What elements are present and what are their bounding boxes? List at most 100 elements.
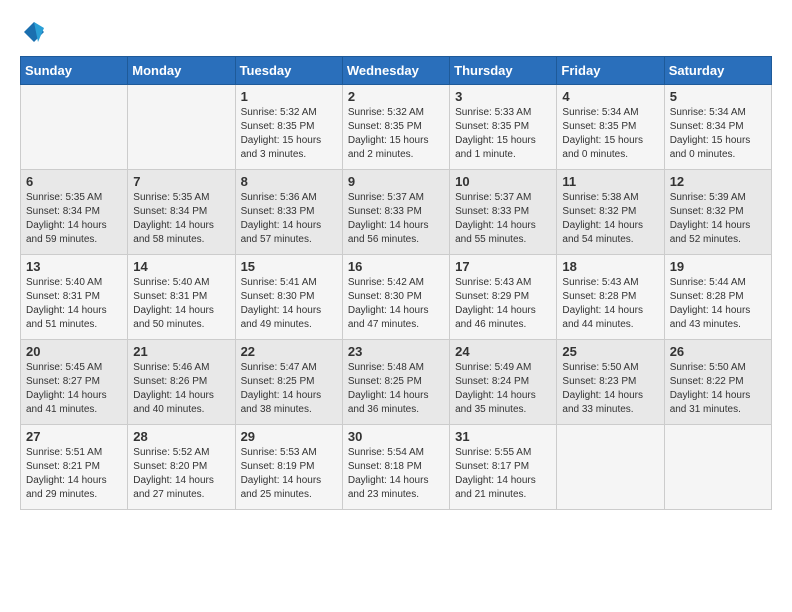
day-info: Sunrise: 5:33 AM Sunset: 8:35 PM Dayligh…	[455, 106, 551, 162]
day-info: Sunrise: 5:55 AM Sunset: 8:17 PM Dayligh…	[455, 446, 551, 502]
calendar-cell: 23 Sunrise: 5:48 AM Sunset: 8:25 PM Dayli…	[342, 340, 449, 425]
day-number: 23	[348, 344, 444, 359]
day-number: 5	[670, 89, 766, 104]
calendar-cell: 14 Sunrise: 5:40 AM Sunset: 8:31 PM Dayli…	[128, 255, 235, 340]
day-number: 15	[241, 259, 337, 274]
calendar-cell: 8 Sunrise: 5:36 AM Sunset: 8:33 PM Daylig…	[235, 170, 342, 255]
calendar-cell: 9Sunrise: 5:37 AM Sunset: 8:33 PM Daylig…	[342, 170, 449, 255]
calendar-week-row: 6 Sunrise: 5:35 AM Sunset: 8:34 PM Daylig…	[21, 170, 772, 255]
day-info: Sunrise: 5:34 AM Sunset: 8:34 PM Dayligh…	[670, 106, 766, 162]
calendar-cell	[557, 425, 664, 510]
calendar-cell: 25Sunrise: 5:50 AM Sunset: 8:23 PM Dayli…	[557, 340, 664, 425]
day-number: 7	[133, 174, 229, 189]
day-info: Sunrise: 5:52 AM Sunset: 8:20 PM Dayligh…	[133, 446, 229, 502]
day-info: Sunrise: 5:44 AM Sunset: 8:28 PM Dayligh…	[670, 276, 766, 332]
calendar-cell: 5 Sunrise: 5:34 AM Sunset: 8:34 PM Daylig…	[664, 85, 771, 170]
calendar-cell: 7Sunrise: 5:35 AM Sunset: 8:34 PM Daylig…	[128, 170, 235, 255]
calendar-cell: 15 Sunrise: 5:41 AM Sunset: 8:30 PM Dayli…	[235, 255, 342, 340]
day-number: 4	[562, 89, 658, 104]
day-number: 27	[26, 429, 122, 444]
calendar-cell: 27 Sunrise: 5:51 AM Sunset: 8:21 PM Dayli…	[21, 425, 128, 510]
calendar-week-row: 13Sunrise: 5:40 AM Sunset: 8:31 PM Dayli…	[21, 255, 772, 340]
calendar-cell: 13Sunrise: 5:40 AM Sunset: 8:31 PM Dayli…	[21, 255, 128, 340]
day-info: Sunrise: 5:49 AM Sunset: 8:24 PM Dayligh…	[455, 361, 551, 417]
day-number: 28	[133, 429, 229, 444]
calendar-cell: 30 Sunrise: 5:54 AM Sunset: 8:18 PM Dayli…	[342, 425, 449, 510]
day-info: Sunrise: 5:50 AM Sunset: 8:23 PM Dayligh…	[562, 361, 658, 417]
day-number: 18	[562, 259, 658, 274]
calendar-cell: 12 Sunrise: 5:39 AM Sunset: 8:32 PM Dayli…	[664, 170, 771, 255]
day-number: 30	[348, 429, 444, 444]
day-info: Sunrise: 5:40 AM Sunset: 8:31 PM Dayligh…	[26, 276, 122, 332]
calendar-cell: 31 Sunrise: 5:55 AM Sunset: 8:17 PM Dayli…	[450, 425, 557, 510]
logo	[20, 20, 46, 40]
day-number: 26	[670, 344, 766, 359]
calendar-cell: 22 Sunrise: 5:47 AM Sunset: 8:25 PM Dayli…	[235, 340, 342, 425]
calendar-cell	[664, 425, 771, 510]
calendar-cell: 3Sunrise: 5:33 AM Sunset: 8:35 PM Daylig…	[450, 85, 557, 170]
day-number: 6	[26, 174, 122, 189]
calendar-cell: 4 Sunrise: 5:34 AM Sunset: 8:35 PM Daylig…	[557, 85, 664, 170]
calendar-week-row: 1 Sunrise: 5:32 AM Sunset: 8:35 PM Daylig…	[21, 85, 772, 170]
calendar-cell: 1 Sunrise: 5:32 AM Sunset: 8:35 PM Daylig…	[235, 85, 342, 170]
calendar-cell: 28 Sunrise: 5:52 AM Sunset: 8:20 PM Dayli…	[128, 425, 235, 510]
day-info: Sunrise: 5:54 AM Sunset: 8:18 PM Dayligh…	[348, 446, 444, 502]
column-header-friday: Friday	[557, 57, 664, 85]
calendar-cell: 6 Sunrise: 5:35 AM Sunset: 8:34 PM Daylig…	[21, 170, 128, 255]
calendar-cell: 21 Sunrise: 5:46 AM Sunset: 8:26 PM Dayli…	[128, 340, 235, 425]
calendar-cell: 26 Sunrise: 5:50 AM Sunset: 8:22 PM Dayli…	[664, 340, 771, 425]
day-number: 12	[670, 174, 766, 189]
day-number: 9	[348, 174, 444, 189]
calendar-cell: 11Sunrise: 5:38 AM Sunset: 8:32 PM Dayli…	[557, 170, 664, 255]
day-info: Sunrise: 5:35 AM Sunset: 8:34 PM Dayligh…	[26, 191, 122, 247]
column-header-thursday: Thursday	[450, 57, 557, 85]
day-info: Sunrise: 5:37 AM Sunset: 8:33 PM Dayligh…	[455, 191, 551, 247]
day-info: Sunrise: 5:40 AM Sunset: 8:31 PM Dayligh…	[133, 276, 229, 332]
day-info: Sunrise: 5:32 AM Sunset: 8:35 PM Dayligh…	[241, 106, 337, 162]
column-header-tuesday: Tuesday	[235, 57, 342, 85]
column-header-wednesday: Wednesday	[342, 57, 449, 85]
day-number: 22	[241, 344, 337, 359]
calendar-table: SundayMondayTuesdayWednesdayThursdayFrid…	[20, 56, 772, 510]
day-info: Sunrise: 5:32 AM Sunset: 8:35 PM Dayligh…	[348, 106, 444, 162]
day-number: 21	[133, 344, 229, 359]
calendar-cell: 19Sunrise: 5:44 AM Sunset: 8:28 PM Dayli…	[664, 255, 771, 340]
day-info: Sunrise: 5:51 AM Sunset: 8:21 PM Dayligh…	[26, 446, 122, 502]
day-number: 31	[455, 429, 551, 444]
column-header-sunday: Sunday	[21, 57, 128, 85]
day-info: Sunrise: 5:50 AM Sunset: 8:22 PM Dayligh…	[670, 361, 766, 417]
calendar-cell: 29 Sunrise: 5:53 AM Sunset: 8:19 PM Dayli…	[235, 425, 342, 510]
day-info: Sunrise: 5:41 AM Sunset: 8:30 PM Dayligh…	[241, 276, 337, 332]
day-number: 10	[455, 174, 551, 189]
calendar-cell: 2 Sunrise: 5:32 AM Sunset: 8:35 PM Daylig…	[342, 85, 449, 170]
day-info: Sunrise: 5:34 AM Sunset: 8:35 PM Dayligh…	[562, 106, 658, 162]
day-number: 17	[455, 259, 551, 274]
calendar-cell: 20 Sunrise: 5:45 AM Sunset: 8:27 PM Dayli…	[21, 340, 128, 425]
calendar-week-row: 27 Sunrise: 5:51 AM Sunset: 8:21 PM Dayli…	[21, 425, 772, 510]
day-number: 1	[241, 89, 337, 104]
day-info: Sunrise: 5:36 AM Sunset: 8:33 PM Dayligh…	[241, 191, 337, 247]
day-number: 20	[26, 344, 122, 359]
day-info: Sunrise: 5:53 AM Sunset: 8:19 PM Dayligh…	[241, 446, 337, 502]
day-number: 29	[241, 429, 337, 444]
day-info: Sunrise: 5:47 AM Sunset: 8:25 PM Dayligh…	[241, 361, 337, 417]
day-number: 11	[562, 174, 658, 189]
day-number: 16	[348, 259, 444, 274]
calendar-cell	[21, 85, 128, 170]
day-info: Sunrise: 5:45 AM Sunset: 8:27 PM Dayligh…	[26, 361, 122, 417]
calendar-cell	[128, 85, 235, 170]
calendar-cell: 10 Sunrise: 5:37 AM Sunset: 8:33 PM Dayli…	[450, 170, 557, 255]
day-number: 2	[348, 89, 444, 104]
day-number: 8	[241, 174, 337, 189]
day-info: Sunrise: 5:43 AM Sunset: 8:28 PM Dayligh…	[562, 276, 658, 332]
calendar-week-row: 20 Sunrise: 5:45 AM Sunset: 8:27 PM Dayli…	[21, 340, 772, 425]
calendar-cell: 24 Sunrise: 5:49 AM Sunset: 8:24 PM Dayli…	[450, 340, 557, 425]
day-info: Sunrise: 5:48 AM Sunset: 8:25 PM Dayligh…	[348, 361, 444, 417]
day-number: 14	[133, 259, 229, 274]
column-header-monday: Monday	[128, 57, 235, 85]
column-header-saturday: Saturday	[664, 57, 771, 85]
calendar-header-row: SundayMondayTuesdayWednesdayThursdayFrid…	[21, 57, 772, 85]
day-number: 24	[455, 344, 551, 359]
day-info: Sunrise: 5:46 AM Sunset: 8:26 PM Dayligh…	[133, 361, 229, 417]
day-info: Sunrise: 5:39 AM Sunset: 8:32 PM Dayligh…	[670, 191, 766, 247]
